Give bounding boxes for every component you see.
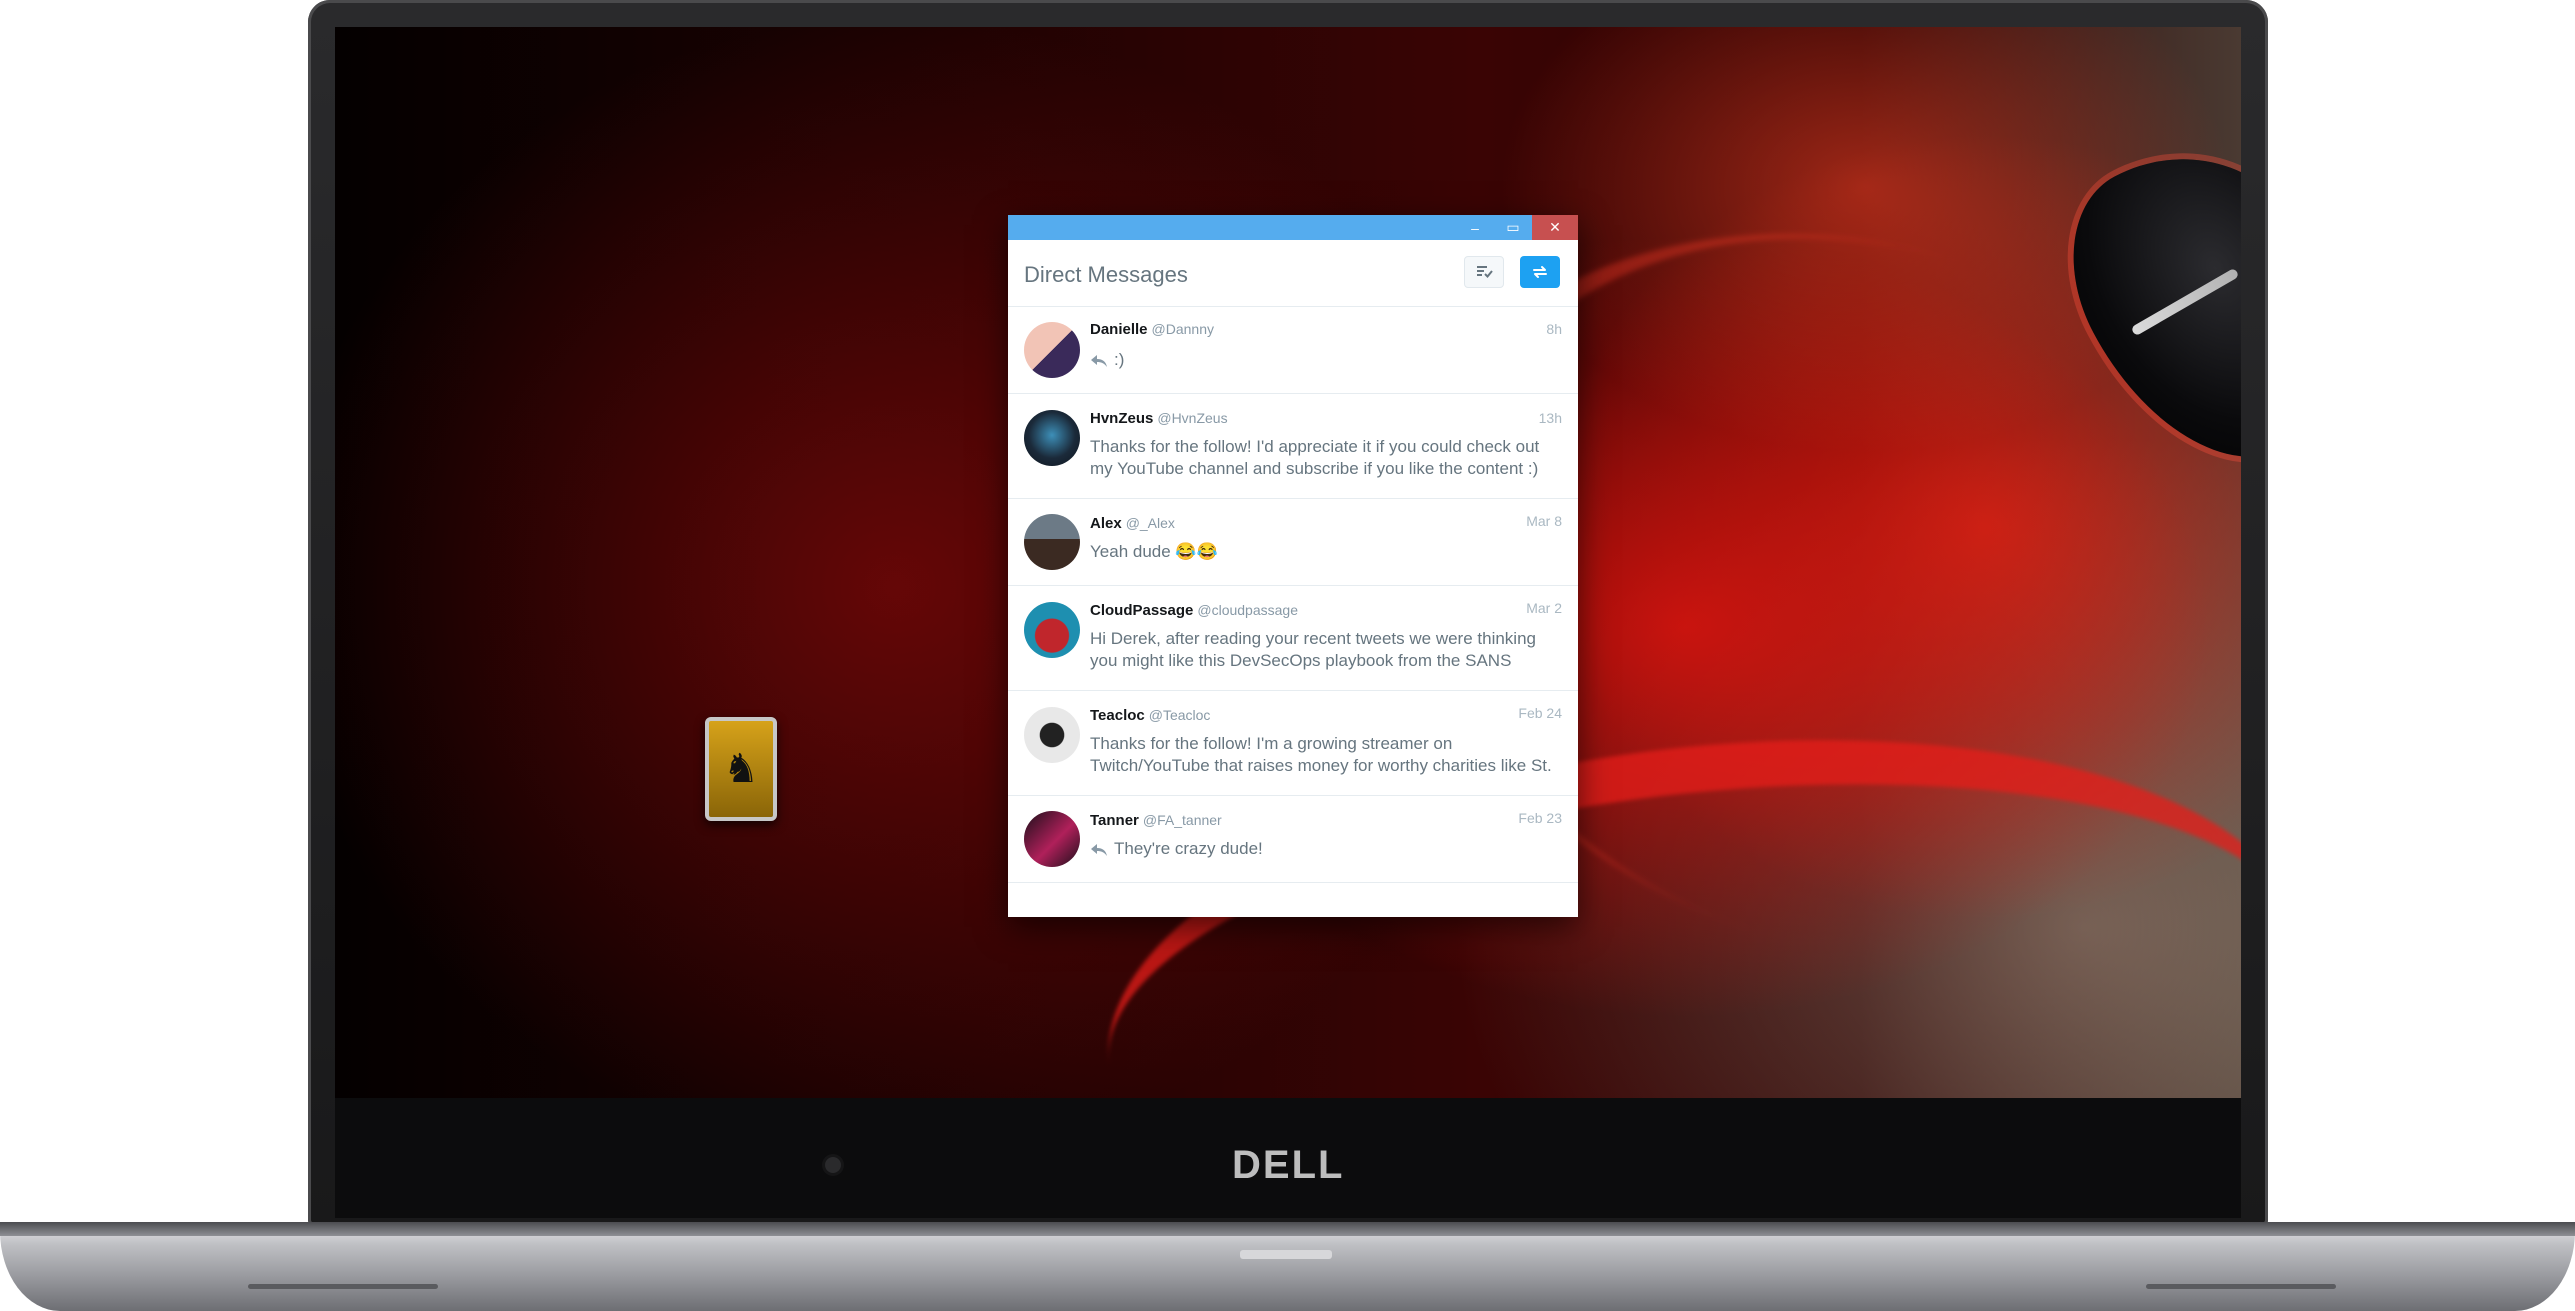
reply-icon	[1091, 354, 1107, 367]
sender-handle: @HvnZeus	[1157, 410, 1228, 426]
message-preview: They're crazy dude!	[1114, 839, 1263, 858]
conversation-list: Danielle @Dannny 8h :) HvnZeus @HvnZeus 13…	[1008, 307, 1578, 883]
reply-icon	[1091, 843, 1107, 856]
minimize-icon: –	[1471, 219, 1479, 236]
sender-handle: @_Alex	[1125, 515, 1175, 531]
conversation-item[interactable]: Alex @_Alex Mar 8 Yeah dude 😂😂	[1008, 499, 1578, 586]
page-title: Direct Messages	[1024, 262, 1188, 287]
conversation-item[interactable]: HvnZeus @HvnZeus 13h Thanks for the follo…	[1008, 394, 1578, 499]
message-preview: :)	[1114, 350, 1125, 369]
avatar	[1024, 602, 1080, 658]
message-preview: Thanks for the follow! I'd appreciate it…	[1090, 437, 1540, 478]
sender-handle: @cloudpassage	[1197, 602, 1298, 618]
maximize-button[interactable]: ▭	[1494, 215, 1532, 240]
avatar	[1024, 707, 1080, 763]
maximize-icon: ▭	[1506, 219, 1520, 235]
message-timestamp: Mar 8	[1526, 513, 1562, 529]
message-timestamp: Mar 2	[1526, 600, 1562, 616]
sender-name: Tanner	[1090, 812, 1139, 829]
ferrari-badge-icon: ♞	[705, 717, 777, 821]
sender-handle: @Teacloc	[1148, 707, 1211, 723]
conversation-item[interactable]: CloudPassage @cloudpassage Mar 2 Hi Derek…	[1008, 586, 1578, 691]
sender-name: CloudPassage	[1090, 602, 1194, 619]
speaker-grille-right	[2146, 1284, 2336, 1289]
webcam-icon	[825, 1157, 841, 1173]
message-preview: Thanks for the follow! I'm a growing str…	[1090, 734, 1552, 775]
message-timestamp: 13h	[1538, 410, 1562, 426]
message-preview: Hi Derek, after reading your recent twee…	[1090, 629, 1536, 670]
window-titlebar[interactable]: – ▭ ✕	[1008, 215, 1578, 240]
avatar	[1024, 410, 1080, 466]
close-icon: ✕	[1549, 219, 1561, 235]
sender-name: HvnZeus	[1090, 410, 1154, 427]
new-message-icon	[1533, 266, 1547, 278]
new-message-button[interactable]	[1520, 256, 1560, 288]
message-timestamp: Feb 24	[1518, 705, 1562, 721]
laptop-hinge	[0, 1222, 2575, 1236]
mark-read-icon	[1477, 266, 1493, 278]
message-timestamp: Feb 23	[1518, 810, 1562, 826]
conversation-item[interactable]: Danielle @Dannny 8h :)	[1008, 307, 1578, 394]
sender-handle: @FA_tanner	[1142, 812, 1222, 828]
avatar	[1024, 514, 1080, 570]
conversation-item[interactable]: Tanner @FA_tanner Feb 23 They're crazy du…	[1008, 796, 1578, 883]
message-timestamp: 8h	[1546, 321, 1562, 337]
message-preview: Yeah dude 😂😂	[1090, 542, 1218, 561]
mark-all-read-button[interactable]	[1464, 256, 1504, 288]
avatar	[1024, 811, 1080, 867]
messages-header: Direct Messages	[1008, 240, 1578, 307]
avatar	[1024, 322, 1080, 378]
sender-name: Teacloc	[1090, 707, 1145, 724]
sender-name: Alex	[1090, 515, 1122, 532]
lid-notch	[1240, 1250, 1332, 1259]
minimize-button[interactable]: –	[1456, 215, 1494, 240]
conversation-item[interactable]: Teacloc @Teacloc Feb 24 Thanks for the fo…	[1008, 691, 1578, 796]
direct-messages-window: – ▭ ✕ Direct Messages Danielle @Dannny 8…	[1008, 215, 1578, 917]
close-button[interactable]: ✕	[1532, 215, 1578, 240]
sender-handle: @Dannny	[1151, 321, 1214, 337]
speaker-grille-left	[248, 1284, 438, 1289]
sender-name: Danielle	[1090, 321, 1148, 338]
dell-logo: DELL	[1232, 1143, 1345, 1187]
